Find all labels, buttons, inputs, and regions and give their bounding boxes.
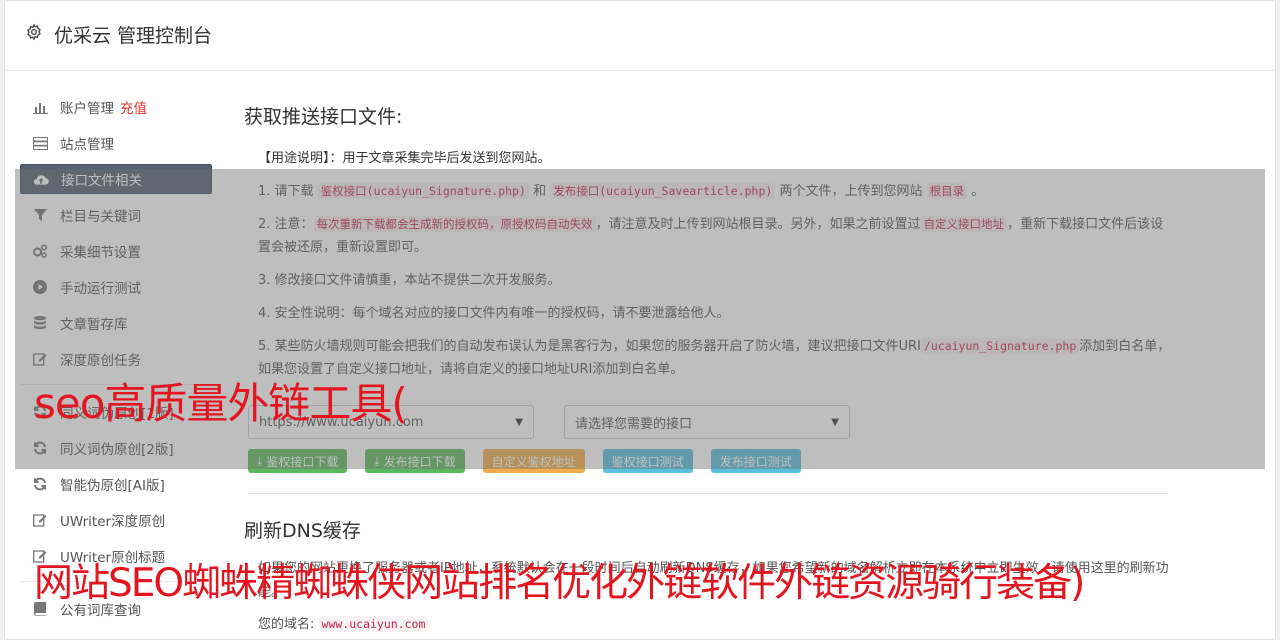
text: 。	[971, 184, 985, 199]
custom-auth-button[interactable]: 自定义鉴权地址	[482, 449, 585, 473]
publish-test-button[interactable]: 发布接口测试	[710, 449, 801, 473]
code-auth-file: 鉴权接口(ucaiyun_Signature.php)	[317, 183, 529, 199]
refresh-icon	[32, 440, 48, 456]
sidebar-item-categories[interactable]: 栏目与关键词	[20, 200, 212, 230]
sidebar-item-collect-settings[interactable]: 采集细节设置	[20, 236, 212, 266]
domain-value: www.ucaiyun.com	[318, 616, 429, 632]
code-custom-address: 自定义接口地址	[920, 216, 1008, 232]
gear-icon	[27, 23, 41, 41]
gears-icon	[32, 243, 48, 259]
text: 两个文件，上传到您网站	[779, 184, 923, 199]
watermark-text-2: 网站SEO蜘蛛精蜘蛛侠网站排名优化外链软件外链资源骑行装备)	[34, 561, 1085, 606]
domain-label: 您的域名:	[258, 617, 315, 632]
main-content: 获取推送接口文件: 【用途说明】：用于文章采集完毕后发送到您网站。 1. 请下载…	[244, 92, 1174, 632]
chevron-down-icon: ▼	[831, 416, 839, 428]
instruction-3: 3. 修改接口文件请慎重，本站不提供二次开发服务。	[258, 273, 561, 288]
chevron-down-icon: ▼	[515, 416, 523, 428]
sidebar-item-uwriter[interactable]: UWriter深度原创	[20, 505, 212, 535]
text: 5. 某些防火墙规则可能会把我们的自动发布误认为是黑客行为，如果您的服务器开启了…	[258, 339, 921, 354]
instruction-2: 2. 注意： 每次重新下载都会生成新的授权码，原授权码自动失效 ，请注意及时上传到网…	[258, 213, 1174, 259]
sidebar-item-label: 同义词伪原创[2版]	[60, 442, 174, 458]
sidebar-item-api-files[interactable]: 接口文件相关	[20, 164, 212, 194]
sidebar-item-label: 接口文件相关	[61, 173, 142, 189]
bar-chart-icon	[32, 99, 48, 115]
code-root-dir: 根目录	[926, 183, 968, 199]
publish-download-button[interactable]: ⤓ 发布接口下载	[365, 449, 465, 473]
filter-icon	[32, 207, 48, 223]
sidebar-item-label: 手动运行测试	[60, 281, 141, 297]
section-divider	[248, 493, 1168, 494]
section-title-api: 获取推送接口文件:	[244, 106, 403, 128]
sidebar-item-manual-run[interactable]: 手动运行测试	[20, 272, 212, 302]
text: 1. 请下载	[258, 184, 314, 199]
database-icon	[32, 315, 48, 331]
text: 2. 注意：	[258, 217, 314, 232]
domain-line: 您的域名: www.ucaiyun.com	[258, 613, 1174, 632]
sidebar-item-label: 深度原创任务	[60, 353, 141, 369]
sidebar-item-article-store[interactable]: 文章暂存库	[20, 308, 212, 338]
play-circle-icon	[32, 279, 48, 295]
edit-icon	[32, 351, 48, 367]
button-label: 发布接口下载	[383, 454, 456, 469]
sidebar-item-synonym-v2[interactable]: 同义词伪原创[2版]	[20, 433, 212, 463]
code-warning: 每次重新下载都会生成新的授权码，原授权码自动失效	[313, 216, 596, 232]
download-icon: ⤓	[374, 453, 380, 468]
code-uri: /ucaiyun_Signature.php	[920, 338, 1080, 354]
refresh-icon	[32, 476, 48, 492]
sidebar-item-label: 文章暂存库	[60, 317, 128, 333]
sidebar-item-label: 账户管理	[60, 101, 114, 117]
button-label: 鉴权接口下载	[266, 454, 339, 469]
server-icon	[32, 135, 48, 151]
sidebar-item-account[interactable]: 账户管理 充值	[20, 92, 212, 122]
instruction-4: 4. 安全性说明：每个域名对应的接口文件内有唯一的授权码，请不要泄露给他人。	[258, 306, 730, 321]
header: 优采云 管理控制台	[5, 1, 1275, 71]
sidebar-item-label: 栏目与关键词	[60, 209, 141, 225]
edit-icon	[32, 512, 48, 528]
button-row: ⤓ 鉴权接口下载 ⤓ 发布接口下载 自定义鉴权地址 鉴权接口测试 发布接口测试	[248, 449, 1174, 473]
sidebar-item-ai-rewrite[interactable]: 智能伪原创[AI版]	[20, 469, 212, 499]
usage-note: 【用途说明】：用于文章采集完毕后发送到您网站。	[258, 151, 551, 166]
sidebar-item-label: UWriter深度原创	[60, 514, 166, 530]
sidebar-item-label: 采集细节设置	[60, 245, 141, 261]
recharge-link[interactable]: 充值	[120, 97, 147, 117]
text: 和	[533, 184, 547, 199]
page-title: 优采云 管理控制台	[54, 25, 213, 47]
auth-download-button[interactable]: ⤓ 鉴权接口下载	[248, 449, 348, 473]
section-title-dns: 刷新DNS缓存	[244, 520, 361, 542]
watermark-text-1: seo高质量外链工具(	[34, 379, 408, 428]
sidebar-item-label: 站点管理	[60, 137, 114, 153]
code-publish-file: 发布接口(ucaiyun_Savearticle.php)	[550, 183, 776, 199]
cloud-upload-icon	[33, 171, 49, 187]
download-icon: ⤓	[257, 453, 263, 468]
api-select-value: 请选择您需要的接口	[575, 416, 693, 432]
api-select[interactable]: 请选择您需要的接口 ▼	[564, 405, 850, 439]
sidebar-item-sites[interactable]: 站点管理	[20, 128, 212, 158]
text: ，请注意及时上传到网站根目录。另外，如果之前设置过	[595, 217, 921, 232]
instruction-1: 1. 请下载 鉴权接口(ucaiyun_Signature.php) 和 发布接…	[258, 180, 1174, 203]
sidebar: 账户管理 充值 站点管理 接口文件相关 栏目与关键词 采集细节设置 手动运行测试	[20, 92, 212, 630]
sidebar-item-label: 智能伪原创[AI版]	[60, 478, 165, 494]
auth-test-button[interactable]: 鉴权接口测试	[602, 449, 693, 473]
